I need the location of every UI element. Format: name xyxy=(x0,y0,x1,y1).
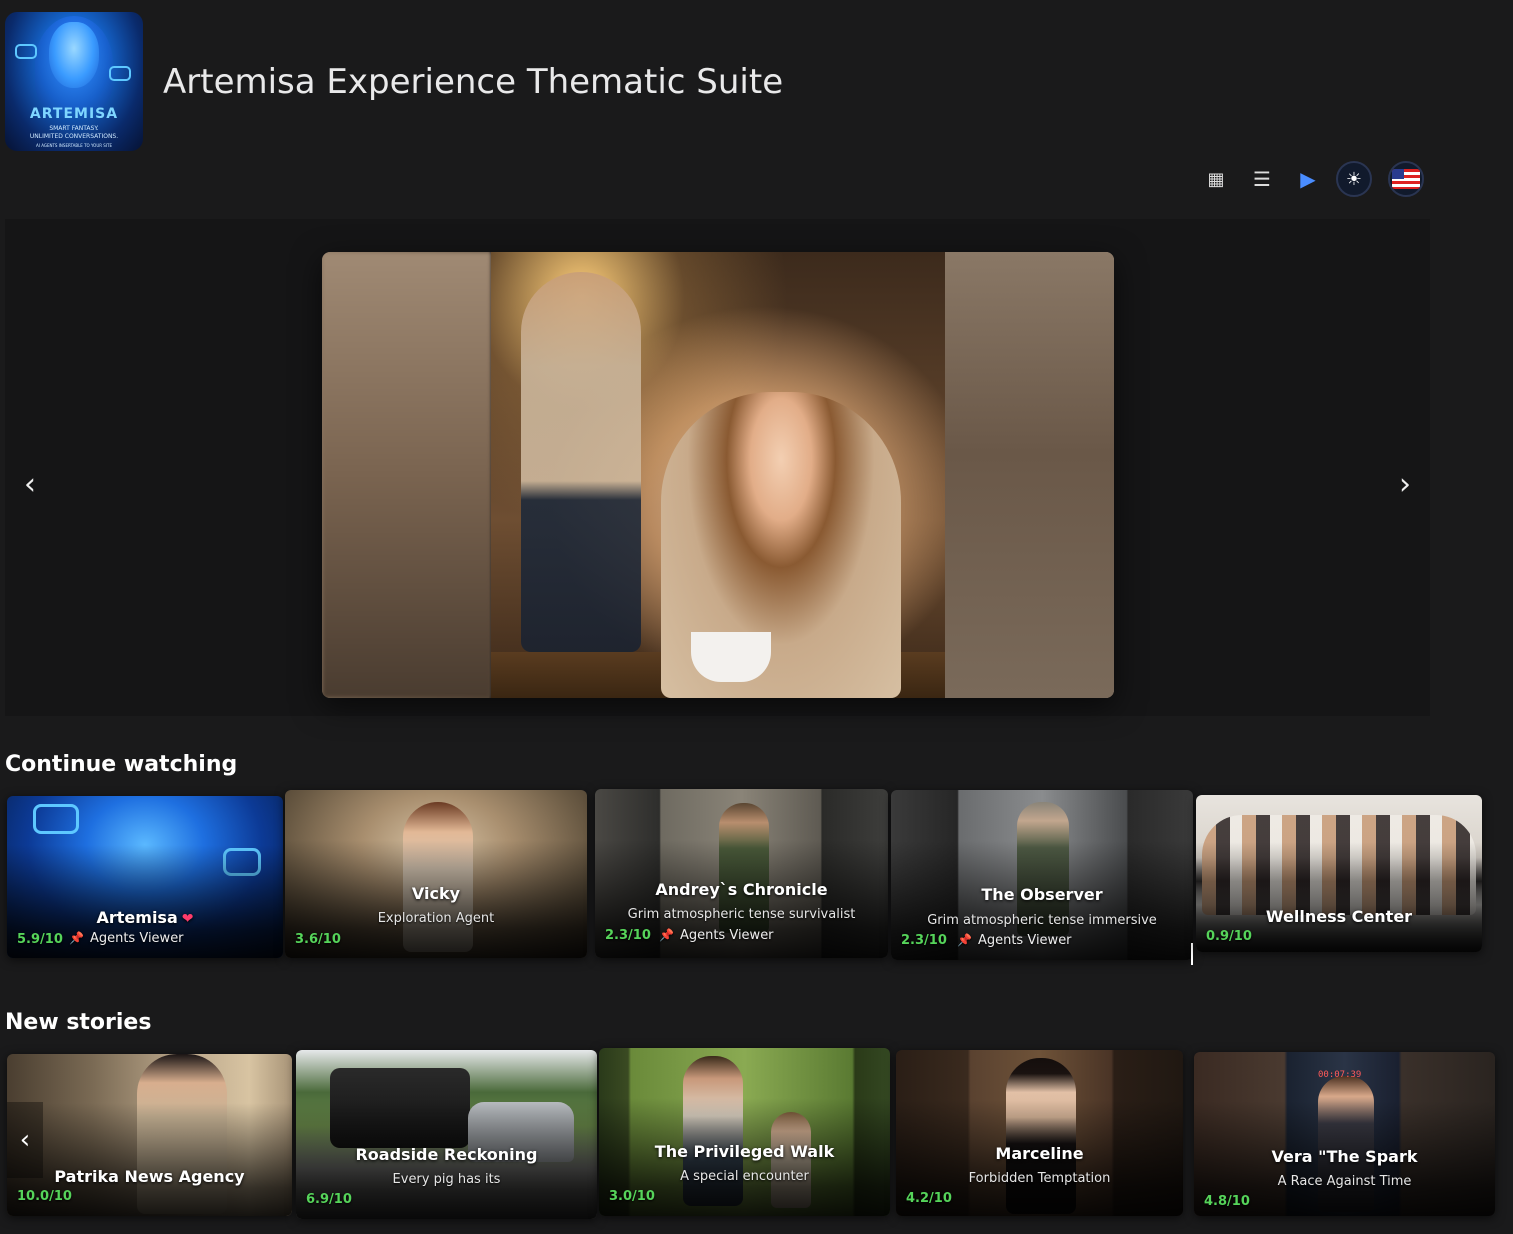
card-rating: 2.3/10 xyxy=(901,933,947,948)
card-title: Patrika News Agency xyxy=(54,1167,245,1186)
continue-watching-title: Continue watching xyxy=(5,752,238,777)
hero-image xyxy=(491,252,945,698)
card-title: The Privileged Walk xyxy=(654,1142,835,1161)
card-viewer: 📌 Agents Viewer xyxy=(659,928,774,943)
pin-icon: 📌 xyxy=(659,928,674,942)
card-andreys-chronicle[interactable]: Andrey`s Chronicle Grim atmospheric tens… xyxy=(595,789,888,958)
pin-icon: 📌 xyxy=(69,931,84,945)
hero-prev-arrow[interactable]: ‹ xyxy=(15,467,45,502)
us-flag-icon xyxy=(1392,169,1420,189)
hero-cup xyxy=(691,632,771,682)
card-title: Vera "The Spark xyxy=(1271,1147,1418,1166)
chat-bubble-icon xyxy=(109,66,131,81)
card-rating: 5.9/10 xyxy=(17,932,63,947)
heart-icon: ❤ xyxy=(181,911,194,927)
card-subtitle: A special encounter xyxy=(680,1169,809,1184)
card-viewer: 📌 Agents Viewer xyxy=(69,931,184,946)
card-patrika-news-agency[interactable]: Patrika News Agency 10.0/10 xyxy=(7,1054,292,1216)
card-the-observer[interactable]: The Observer Grim atmospheric tense imme… xyxy=(891,790,1193,960)
card-timer: 00:07:39 xyxy=(1318,1070,1362,1080)
card-title: Andrey`s Chronicle xyxy=(655,880,828,899)
new-stories-title: New stories xyxy=(5,1010,152,1035)
card-title: Wellness Center xyxy=(1265,907,1413,926)
logo-tagline: SMART FANTASY. xyxy=(49,125,99,132)
logo-tagline: AI AGENTS INSERTABLE TO YOUR SITE xyxy=(36,143,112,148)
hero-blur-left xyxy=(322,252,491,698)
card-wellness-center[interactable]: Wellness Center 0.9/10 xyxy=(1196,795,1482,952)
chat-bubble-icon xyxy=(15,44,37,59)
card-artemisa[interactable]: Artemisa ❤ 5.9/10 📌 Agents Viewer xyxy=(7,796,283,958)
card-title: Marceline xyxy=(995,1144,1084,1163)
grid-view-icon[interactable]: ▦ xyxy=(1196,160,1236,198)
hero-figure-man xyxy=(521,272,641,652)
play-icon[interactable]: ▶ xyxy=(1288,160,1328,198)
card-subtitle: A Race Against Time xyxy=(1277,1174,1412,1189)
logo-face xyxy=(49,22,99,88)
hero-slide[interactable] xyxy=(322,252,1114,698)
sun-icon: ☀ xyxy=(1345,168,1363,190)
card-rating: 0.9/10 xyxy=(1206,929,1252,944)
card-title: Roadside Reckoning xyxy=(355,1145,538,1164)
card-subtitle: Forbidden Temptation xyxy=(968,1171,1111,1186)
card-title: Vicky xyxy=(411,884,461,903)
app-title: Artemisa Experience Thematic Suite xyxy=(163,62,784,102)
card-subtitle: Every pig has its xyxy=(392,1172,501,1187)
hero-carousel: ‹ › xyxy=(5,219,1430,716)
card-subtitle: Grim atmospheric tense immersive xyxy=(927,913,1157,928)
new-stories-prev-arrow[interactable]: ‹ xyxy=(7,1102,43,1178)
card-viewer: 📌 Agents Viewer xyxy=(957,933,1072,948)
card-rating: 3.6/10 xyxy=(295,932,341,947)
hero-next-arrow[interactable]: › xyxy=(1390,467,1420,502)
drag-cursor-marker xyxy=(1191,943,1193,965)
card-rating: 3.0/10 xyxy=(609,1189,655,1204)
logo-tagline: UNLIMITED CONVERSATIONS. xyxy=(29,133,119,140)
logo-brand: ARTEMISA xyxy=(29,106,119,122)
card-title: Artemisa ❤ xyxy=(96,908,194,927)
card-vicky[interactable]: Vicky Exploration Agent 3.6/10 xyxy=(285,790,587,958)
header: ARTEMISA SMART FANTASY. UNLIMITED CONVER… xyxy=(0,0,1513,160)
card-roadside-reckoning[interactable]: Roadside Reckoning Every pig has its 6.9… xyxy=(296,1050,597,1219)
card-vera-the-spark[interactable]: 00:07:39 Vera "The Spark A Race Against … xyxy=(1194,1052,1495,1216)
card-subtitle: Grim atmospheric tense survivalist xyxy=(627,907,856,922)
list-view-icon[interactable]: ☰ xyxy=(1242,160,1282,198)
chat-bubble-icon xyxy=(33,804,79,834)
pin-icon: 📌 xyxy=(957,933,972,947)
card-rating: 4.2/10 xyxy=(906,1191,952,1206)
hero-blur-right xyxy=(945,252,1114,698)
language-button[interactable] xyxy=(1388,161,1424,197)
card-rating: 10.0/10 xyxy=(17,1189,72,1204)
view-toolbar: ▦ ☰ ▶ ☀ xyxy=(1196,160,1424,198)
card-the-privileged-walk[interactable]: The Privileged Walk A special encounter … xyxy=(599,1048,890,1216)
card-title: The Observer xyxy=(981,885,1103,904)
theme-toggle-button[interactable]: ☀ xyxy=(1336,161,1372,197)
card-rating: 4.8/10 xyxy=(1204,1194,1250,1209)
card-marceline[interactable]: Marceline Forbidden Temptation 4.2/10 xyxy=(896,1050,1183,1216)
card-rating: 6.9/10 xyxy=(306,1192,352,1207)
card-rating: 2.3/10 xyxy=(605,928,651,943)
artemisa-logo[interactable]: ARTEMISA SMART FANTASY. UNLIMITED CONVER… xyxy=(5,12,143,151)
card-subtitle: Exploration Agent xyxy=(377,911,495,926)
